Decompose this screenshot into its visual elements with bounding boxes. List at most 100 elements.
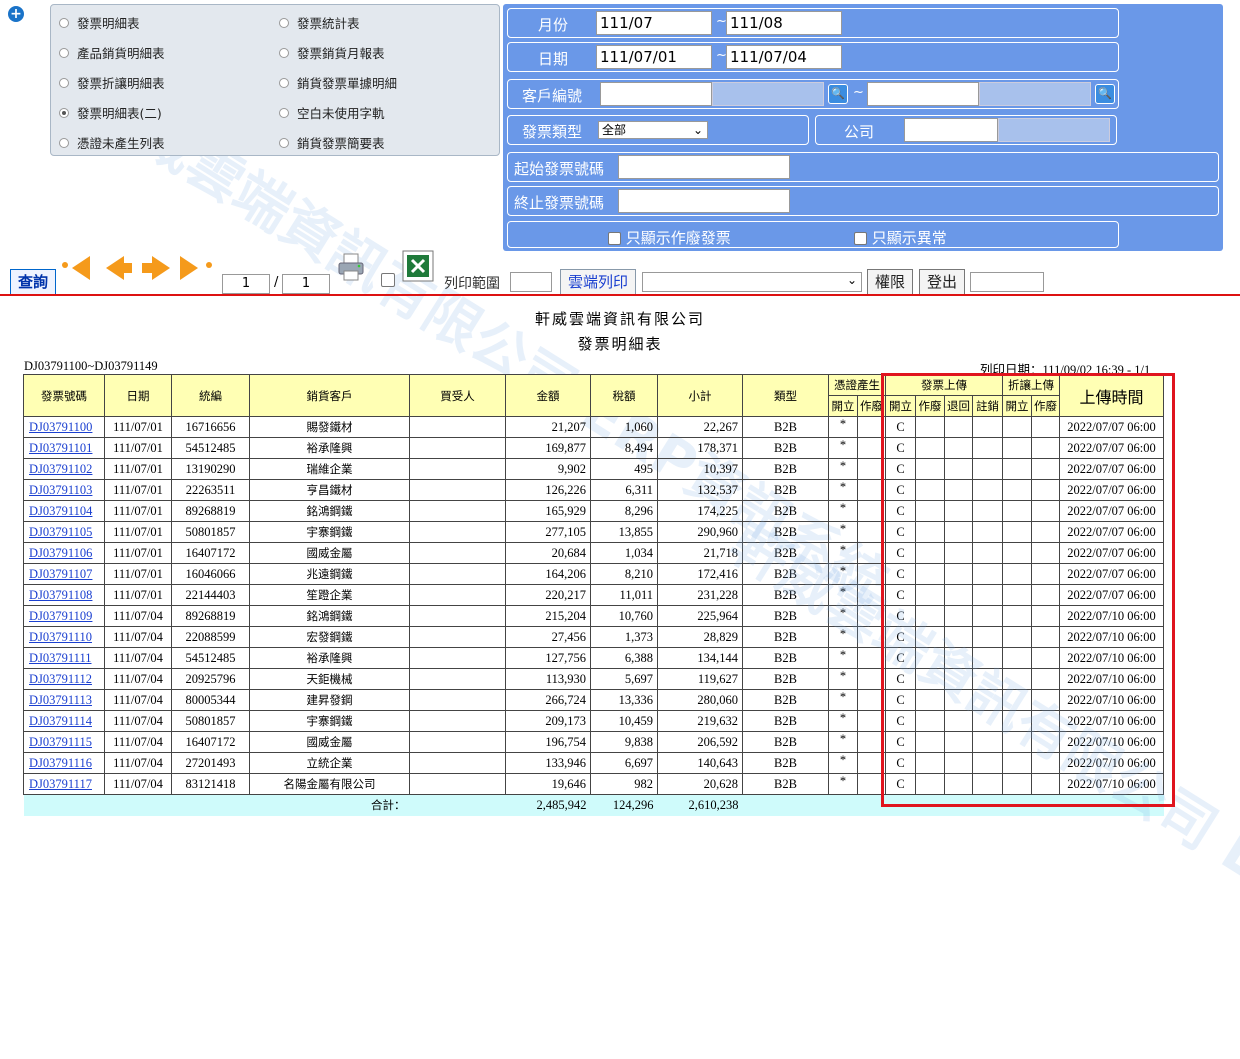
excel-icon[interactable] <box>402 250 434 282</box>
radio-button[interactable] <box>279 47 289 58</box>
radio-button[interactable] <box>59 77 69 88</box>
query-button[interactable]: 查詢 <box>10 269 57 295</box>
upload-void-cell <box>915 500 945 522</box>
amount-cell: 9,902 <box>505 458 591 480</box>
invoice-no-link[interactable]: DJ03791112 <box>23 668 105 690</box>
upload-time-cell: 2022/07/10 06:00 <box>1059 731 1164 753</box>
company-row: 公司 <box>815 115 1117 145</box>
report-option[interactable]: 發票明細表(二) <box>59 103 162 122</box>
invoice-no-link[interactable]: DJ03791101 <box>23 437 105 459</box>
only-void-option[interactable]: 只顯示作廢發票 <box>608 227 731 248</box>
search-icon[interactable]: 🔍 <box>828 84 848 104</box>
invoice-no-link[interactable]: DJ03791108 <box>23 584 105 606</box>
month-to-input[interactable]: 111/08 <box>726 11 842 35</box>
radio-button[interactable] <box>279 77 289 88</box>
radio-button[interactable] <box>59 47 69 58</box>
search-icon[interactable]: 🔍 <box>1095 84 1115 104</box>
customer-cell: 宇寨鋼鐵 <box>249 521 410 543</box>
customer-to-input[interactable] <box>867 82 979 106</box>
page-current-input[interactable]: 1 <box>222 274 270 294</box>
invoice-type-select[interactable]: 全部 ⌄ <box>598 121 708 139</box>
upload-void-cell <box>915 584 945 606</box>
last-page-icon[interactable] <box>180 256 216 282</box>
invoice-no-link[interactable]: DJ03791103 <box>23 479 105 501</box>
print-checkbox[interactable] <box>381 273 395 287</box>
radio-button[interactable] <box>59 17 69 28</box>
allowance-open-cell <box>1002 731 1032 753</box>
only-abnormal-option[interactable]: 只顯示異常 <box>854 227 947 248</box>
permission-button[interactable]: 權限 <box>867 269 914 295</box>
report-option[interactable]: 發票折讓明細表 <box>59 73 165 92</box>
invoice-no-link[interactable]: DJ03791109 <box>23 605 105 627</box>
date-from-input[interactable]: 111/07/01 <box>596 45 712 69</box>
upload-time-cell: 2022/07/07 06:00 <box>1059 584 1164 606</box>
invoice-no-link[interactable]: DJ03791111 <box>23 647 105 669</box>
customer-from-input[interactable] <box>600 82 712 106</box>
company-input[interactable] <box>904 118 998 142</box>
prev-page-icon[interactable] <box>102 256 132 282</box>
subtotal-cell: 140,643 <box>657 752 743 774</box>
voucher-open-cell: * <box>828 584 858 606</box>
end-no-input[interactable] <box>618 189 790 213</box>
extra-input[interactable] <box>970 272 1044 292</box>
report-option[interactable]: 憑證未產生列表 <box>59 133 165 152</box>
invoice-no-link[interactable]: DJ03791115 <box>23 731 105 753</box>
buyer-cell <box>409 647 506 669</box>
report-option[interactable]: 銷貨發票單據明細 <box>279 73 397 92</box>
upload-time-cell: 2022/07/10 06:00 <box>1059 689 1164 711</box>
cloud-print-button[interactable]: 雲端列印 <box>560 269 637 295</box>
only-abnormal-checkbox[interactable] <box>854 232 867 245</box>
radio-button[interactable] <box>59 137 69 148</box>
upload-cancel-cell <box>972 689 1003 711</box>
invoice-no-link[interactable]: DJ03791110 <box>23 626 105 648</box>
invoice-no-link[interactable]: DJ03791106 <box>23 542 105 564</box>
invoice-no-link[interactable]: DJ03791105 <box>23 521 105 543</box>
invoice-no-link[interactable]: DJ03791100 <box>23 416 105 438</box>
printer-icon[interactable] <box>336 252 366 282</box>
month-row: 月份 111/07 ~ 111/08 <box>507 8 1119 38</box>
tax-cell: 1,060 <box>590 416 658 438</box>
add-icon[interactable]: + <box>8 6 24 22</box>
invoice-no-link[interactable]: DJ03791113 <box>23 689 105 711</box>
upload-cancel-cell <box>972 773 1003 795</box>
printer-select[interactable]: ⌄ <box>642 272 862 292</box>
first-page-icon[interactable] <box>62 256 98 282</box>
allowance-void-cell <box>1031 626 1060 648</box>
invoice-no-link[interactable]: DJ03791104 <box>23 500 105 522</box>
invoice-no-link[interactable]: DJ03791102 <box>23 458 105 480</box>
report-option[interactable]: 發票統計表 <box>279 13 360 32</box>
tax-cell: 982 <box>590 773 658 795</box>
radio-button[interactable] <box>279 137 289 148</box>
radio-button[interactable] <box>59 107 69 118</box>
subtotal-cell: 174,225 <box>657 500 743 522</box>
radio-button[interactable] <box>279 17 289 28</box>
upload-void-cell <box>915 731 945 753</box>
customer-cell: 宏發鋼鐵 <box>249 626 410 648</box>
invoice-no-link[interactable]: DJ03791117 <box>23 773 105 795</box>
only-void-checkbox[interactable] <box>608 232 621 245</box>
report-option[interactable]: 銷貨發票簡要表 <box>279 133 385 152</box>
report-option[interactable]: 發票明細表 <box>59 13 140 32</box>
upload-cancel-cell <box>972 416 1003 438</box>
allowance-void-cell <box>1031 437 1060 459</box>
amount-cell: 266,724 <box>505 689 591 711</box>
report-option[interactable]: 發票銷貨月報表 <box>279 43 385 62</box>
radio-button[interactable] <box>279 107 289 118</box>
print-range-input[interactable] <box>510 272 552 292</box>
invoice-no-link[interactable]: DJ03791107 <box>23 563 105 585</box>
month-from-input[interactable]: 111/07 <box>596 11 712 35</box>
logout-button[interactable]: 登出 <box>919 269 966 295</box>
type-cell: B2B <box>742 542 829 564</box>
upload-return-cell <box>944 584 973 606</box>
invoice-no-link[interactable]: DJ03791114 <box>23 710 105 732</box>
report-option[interactable]: 空白未使用字軌 <box>279 103 385 122</box>
report-option-label: 發票銷貨月報表 <box>297 46 385 61</box>
start-no-input[interactable] <box>618 155 790 179</box>
date-to-input[interactable]: 111/07/04 <box>726 45 842 69</box>
invoice-no-link[interactable]: DJ03791116 <box>23 752 105 774</box>
upload-return-cell <box>944 542 973 564</box>
tax-id-cell: 13190290 <box>171 458 250 480</box>
report-option[interactable]: 產品銷貨明細表 <box>59 43 165 62</box>
upload-time-cell: 2022/07/10 06:00 <box>1059 773 1164 795</box>
next-page-icon[interactable] <box>142 256 172 282</box>
